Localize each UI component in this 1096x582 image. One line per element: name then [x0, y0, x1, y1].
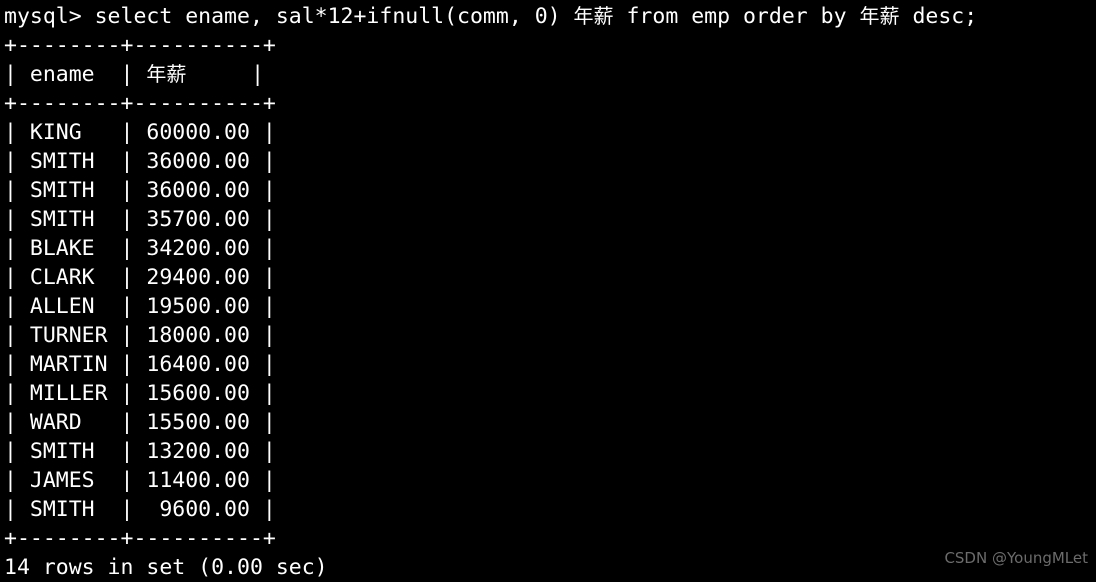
table-row: | MILLER | 15600.00 | [4, 381, 276, 406]
table-separator-top: +--------+----------+ [4, 33, 276, 58]
query-alias-second: 年薪 [859, 4, 900, 28]
query-prompt: mysql> [4, 4, 95, 29]
csdn-watermark: CSDN @YoungMLet [944, 549, 1088, 567]
table-row: | KING | 60000.00 | [4, 120, 276, 145]
terminal-window[interactable]: mysql> select ename, sal*12+ifnull(comm,… [0, 0, 1096, 580]
table-row: | SMITH | 35700.00 | [4, 207, 276, 232]
query-text-middle: from emp order by [613, 4, 860, 29]
table-row: | MARTIN | 16400.00 | [4, 352, 276, 377]
result-summary: 14 rows in set (0.00 sec) [4, 555, 328, 580]
table-separator-bottom: +--------+----------+ [4, 526, 276, 551]
table-row: | SMITH | 9600.00 | [4, 497, 276, 522]
table-header-padding: | [186, 62, 265, 87]
table-separator-header: +--------+----------+ [4, 91, 276, 116]
table-row: | CLARK | 29400.00 | [4, 265, 276, 290]
table-row: | SMITH | 36000.00 | [4, 178, 276, 203]
table-row: | BLAKE | 34200.00 | [4, 236, 276, 261]
query-text-tail: desc; [899, 4, 978, 29]
table-row: | WARD | 15500.00 | [4, 410, 276, 435]
table-row: | ALLEN | 19500.00 | [4, 294, 276, 319]
table-header-row: | ename | 年薪 | [0, 60, 1096, 89]
table-row: | JAMES | 11400.00 | [4, 468, 276, 493]
table-header-ename: | ename | [4, 62, 147, 87]
query-alias-first: 年薪 [573, 4, 614, 28]
query-text-before-alias: select ename, sal*12+ifnull(comm, 0) [94, 4, 574, 29]
table-row: | SMITH | 13200.00 | [4, 439, 276, 464]
table-header-annual-salary: 年薪 [146, 62, 187, 86]
table-row: | TURNER | 18000.00 | [4, 323, 276, 348]
query-line: mysql> select ename, sal*12+ifnull(comm,… [0, 2, 1096, 31]
table-row: | SMITH | 36000.00 | [4, 149, 276, 174]
